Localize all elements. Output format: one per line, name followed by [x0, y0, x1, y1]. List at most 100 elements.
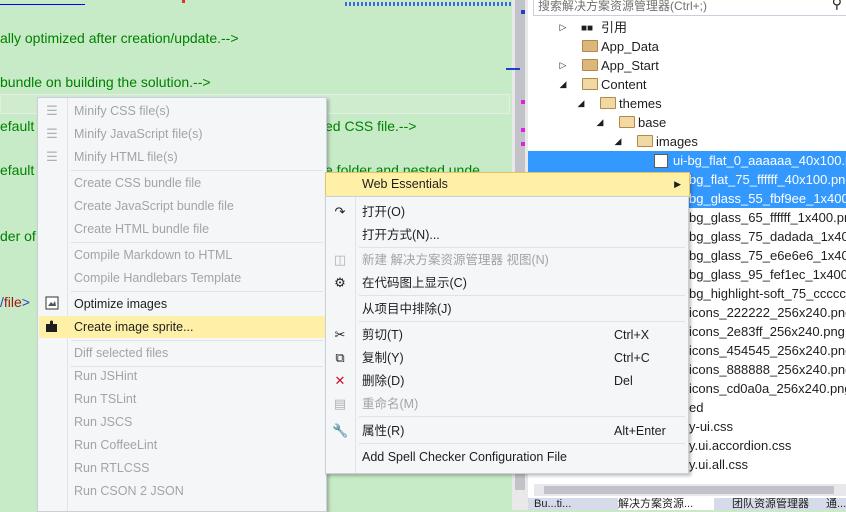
tab-team-explorer[interactable]: 团队资源管理器 — [732, 498, 822, 510]
menu-item-create-css-bundle[interactable]: Create CSS bundle file — [39, 172, 326, 194]
tab-solution-explorer[interactable]: 解决方案资源... — [618, 498, 714, 510]
tree-item-themes[interactable]: ◢ themes — [528, 94, 846, 113]
minify-icon: ☰ — [46, 126, 58, 141]
menu-item-open[interactable]: ↷ 打开(O) — [327, 201, 688, 223]
solution-horizontal-scrollbar[interactable] — [534, 484, 846, 496]
wrench-icon: 🔧 — [332, 423, 349, 438]
submenu-arrow-icon: ▶ — [674, 179, 681, 189]
menu-item-copy[interactable]: ⧉ 复制(Y) Ctrl+C — [327, 347, 688, 369]
menu-item-create-image-sprite[interactable]: Create image sprite... — [39, 316, 326, 338]
references-icon: ■■ — [581, 23, 594, 34]
collapse-arrow-icon[interactable]: ◢ — [576, 94, 586, 113]
code-comment-line: ed CSS file.--> — [325, 118, 417, 134]
tree-item-image-file[interactable]: ui-bg_flat_0_aaaaaa_40x100.p — [528, 151, 846, 170]
collapse-arrow-icon[interactable]: ◢ — [595, 113, 605, 132]
folder-open-icon — [582, 78, 598, 90]
code-comment-line: ally optimized after creation/update.--> — [0, 30, 239, 46]
tree-item-app-start[interactable]: ▷ App_Start — [528, 56, 846, 75]
file-context-menu: ↷ 打开(O) 打开方式(N)... ◫ 新建 解决方案资源管理器 视图(N) … — [325, 196, 689, 474]
rename-icon: ▤ — [333, 396, 347, 411]
folder-open-icon — [619, 116, 635, 128]
scroll-marker — [521, 100, 525, 104]
menu-item-run-jshint[interactable]: Run JSHint — [39, 365, 326, 387]
caret-marker — [506, 68, 520, 70]
menu-item-run-tslint[interactable]: Run TSLint — [39, 388, 326, 410]
menu-item-add-spell-checker-config[interactable]: Add Spell Checker Configuration File — [327, 446, 688, 468]
optimize-image-icon — [44, 296, 60, 312]
code-comment-line: der of — [0, 228, 36, 244]
menu-item-run-coffeelint[interactable]: Run CoffeeLint — [39, 434, 326, 456]
scroll-marker — [521, 142, 525, 146]
search-icon[interactable]: ⚲ — [832, 0, 842, 12]
menu-separator — [71, 291, 323, 292]
menu-item-create-js-bundle[interactable]: Create JavaScript bundle file — [39, 195, 326, 217]
spell-squiggle — [345, 2, 512, 6]
menu-separator — [359, 416, 685, 417]
tree-item-base[interactable]: ◢ base — [528, 113, 846, 132]
collapse-arrow-icon[interactable]: ◢ — [558, 75, 568, 94]
tag-name: file — [3, 294, 22, 310]
tree-item-images[interactable]: ◢ images — [528, 132, 846, 151]
solution-search-input[interactable]: 搜索解决方案资源管理器(Ctrl+;) ⚲ — [533, 0, 846, 16]
image-file-icon — [654, 154, 668, 168]
menu-item-minify-html[interactable]: ☰ Minify HTML file(s) — [39, 146, 326, 168]
search-placeholder: 搜索解决方案资源管理器(Ctrl+;) — [538, 0, 707, 13]
web-essentials-row[interactable]: Web Essentials ▶ — [327, 173, 689, 195]
folder-icon — [582, 59, 598, 71]
error-marker — [182, 0, 185, 3]
menu-item-new-view[interactable]: ◫ 新建 解决方案资源管理器 视图(N) — [327, 249, 688, 271]
scissors-icon: ✂ — [334, 327, 346, 342]
folder-open-icon — [637, 135, 653, 147]
menu-item-open-with[interactable]: 打开方式(N)... — [327, 224, 688, 246]
menu-item-web-essentials[interactable]: Web Essentials ▶ — [325, 172, 690, 198]
menu-separator — [359, 247, 685, 248]
open-arrow-icon: ↷ — [334, 204, 346, 219]
scroll-thumb[interactable] — [544, 486, 834, 494]
scroll-marker — [521, 10, 525, 14]
web-essentials-submenu: ☰ Minify CSS file(s) ☰ Minify JavaScript… — [37, 97, 327, 512]
tool-window-tabs: Bu...ti... 解决方案资源... 团队资源管理器 通... — [528, 498, 846, 510]
minify-icon: ☰ — [46, 149, 58, 164]
delete-x-icon: ✕ — [334, 373, 346, 388]
code-comment-line: efault — [0, 118, 35, 134]
menu-item-run-rtlcss[interactable]: Run RTLCSS — [39, 457, 326, 479]
folder-icon — [582, 40, 598, 52]
menu-item-optimize-images[interactable]: Optimize images — [39, 293, 326, 315]
tag-close: > — [21, 294, 30, 310]
menu-item-minify-css[interactable]: ☰ Minify CSS file(s) — [39, 100, 326, 122]
menu-item-rename[interactable]: ▤ 重命名(M) — [327, 393, 688, 415]
menu-item-compile-handlebars[interactable]: Compile Handlebars Template — [39, 267, 326, 289]
menu-separator — [71, 170, 323, 171]
menu-item-show-on-code-map[interactable]: ⚙ 在代码图上显示(C) — [327, 272, 688, 294]
collapse-arrow-icon[interactable]: ◢ — [613, 132, 623, 151]
menu-item-minify-js[interactable]: ☰ Minify JavaScript file(s) — [39, 123, 326, 145]
menu-item-cut[interactable]: ✂ 剪切(T) Ctrl+X — [327, 324, 688, 346]
copy-icon: ⧉ — [335, 350, 345, 365]
tree-item-content[interactable]: ◢ Content — [528, 75, 846, 94]
link-underline — [0, 4, 85, 5]
menu-separator — [359, 295, 685, 296]
minify-icon: ☰ — [46, 103, 58, 118]
expand-arrow-icon[interactable]: ▷ — [558, 18, 568, 37]
menu-item-diff-files[interactable]: Diff selected files — [39, 342, 326, 364]
menu-separator — [359, 321, 685, 322]
tree-item-references[interactable]: ▷ ■■ 引用 — [528, 18, 846, 37]
menu-item-delete[interactable]: ✕ 删除(D) Del — [327, 370, 688, 392]
menu-separator — [71, 340, 323, 341]
menu-item-exclude-from-project[interactable]: 从项目中排除(J) — [327, 298, 688, 320]
folder-open-icon — [600, 97, 616, 109]
expand-arrow-icon[interactable]: ▷ — [558, 56, 568, 75]
menu-item-properties[interactable]: 🔧 属性(R) Alt+Enter — [327, 420, 688, 442]
code-comment-line: bundle on building the solution.--> — [0, 74, 211, 90]
tree-item-app-data[interactable]: App_Data — [528, 37, 846, 56]
menu-separator — [359, 443, 685, 444]
menu-item-compile-markdown[interactable]: Compile Markdown to HTML — [39, 244, 326, 266]
menu-item-run-cson2json[interactable]: Run CSON 2 JSON — [39, 480, 326, 502]
tab-build[interactable]: Bu...ti... — [534, 498, 614, 510]
tab-notifications[interactable]: 通... — [826, 498, 846, 510]
code-map-icon: ⚙ — [334, 275, 346, 290]
xml-file-tag: /file> — [0, 294, 30, 310]
menu-item-run-jscs[interactable]: Run JSCS — [39, 411, 326, 433]
menu-separator — [71, 242, 323, 243]
menu-item-create-html-bundle[interactable]: Create HTML bundle file — [39, 218, 326, 240]
